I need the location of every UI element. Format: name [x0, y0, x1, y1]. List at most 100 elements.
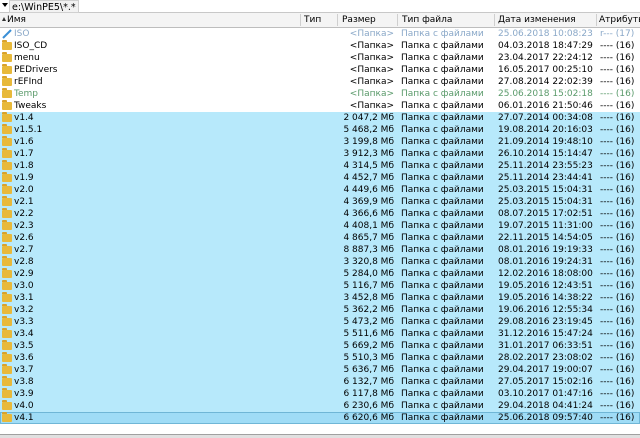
folder-icon [2, 292, 12, 302]
file-date: 16.05.2017 00:25:10 [498, 65, 593, 75]
column-name-header[interactable]: Имя [2, 13, 297, 27]
file-row[interactable]: v3.2 5 362,2 Мб Папка с файлами 19.06.2016 … [0, 304, 640, 316]
file-row[interactable]: v2.7 8 887,3 Мб Папка с файлами 08.01.2016 … [0, 244, 640, 256]
file-date: 08.07.2015 17:02:51 [498, 209, 593, 219]
folder-icon [2, 340, 12, 350]
drive-dropdown-icon[interactable] [2, 3, 8, 7]
path-bar[interactable]: e:\WinPE5\*.* [0, 0, 640, 13]
file-size: 3 199,8 Мб [343, 137, 394, 147]
file-type: Папка с файлами [401, 377, 484, 387]
file-row[interactable]: Temp <Папка> Папка с файлами 25.06.2018 15:… [0, 88, 640, 100]
file-type: Папка с файлами [401, 149, 484, 159]
file-name: v1.4 [14, 113, 34, 123]
file-row[interactable]: v1.9 4 452,7 Мб Папка с файлами 25.11.2014 … [0, 172, 640, 184]
folder-icon [2, 328, 12, 338]
file-row[interactable]: v1.6 3 199,8 Мб Папка с файлами 21.09.2014 … [0, 136, 640, 148]
file-row[interactable]: v3.4 5 511,6 Мб Папка с файлами 31.12.2016 … [0, 328, 640, 340]
column-separator[interactable] [300, 14, 301, 26]
file-attributes: ---- (16) [600, 269, 635, 279]
file-row[interactable]: v2.3 4 408,1 Мб Папка с файлами 19.07.2015 … [0, 220, 640, 232]
file-row[interactable]: v2.2 4 366,6 Мб Папка с файлами 08.07.2015 … [0, 208, 640, 220]
file-row[interactable]: v3.3 5 473,2 Мб Папка с файлами 29.08.2016 … [0, 316, 640, 328]
file-row[interactable]: v2.1 4 369,9 Мб Папка с файлами 25.03.2015 … [0, 196, 640, 208]
column-size-header[interactable]: Размер [342, 13, 396, 27]
file-row[interactable]: v1.8 4 314,5 Мб Папка с файлами 25.11.2014 … [0, 160, 640, 172]
file-row[interactable]: menu <Папка> Папка с файлами 23.04.2017 22:… [0, 52, 640, 64]
column-type-header[interactable]: Тип файла [402, 13, 494, 27]
file-attributes: ---- (16) [600, 101, 635, 111]
file-row[interactable]: v2.6 4 865,7 Мб Папка с файлами 22.11.2015 … [0, 232, 640, 244]
file-attributes: ---- (16) [600, 149, 635, 159]
file-date: 27.07.2014 00:34:08 [498, 113, 593, 123]
file-row[interactable]: ISO <Папка> Папка с файлами 25.06.2018 10:0… [0, 28, 640, 40]
column-date-header[interactable]: Дата изменения [498, 13, 596, 27]
column-separator[interactable] [596, 14, 597, 26]
file-row[interactable]: v4.1 6 620,6 Мб Папка с файлами 25.06.2018 … [0, 412, 640, 424]
file-row[interactable]: v2.9 5 284,0 Мб Папка с файлами 12.02.2016 … [0, 268, 640, 280]
file-row[interactable]: v3.6 5 510,3 Мб Папка с файлами 28.02.2017 … [0, 352, 640, 364]
file-type: Папка с файлами [401, 281, 484, 291]
file-attributes: ---- (16) [600, 41, 635, 51]
file-attributes: ---- (16) [600, 341, 635, 351]
file-row[interactable]: PEDrivers <Папка> Папка с файлами 16.05.201… [0, 64, 640, 76]
folder-icon [2, 352, 12, 362]
file-row[interactable]: v3.1 3 452,8 Мб Папка с файлами 19.05.2016 … [0, 292, 640, 304]
file-row[interactable]: v2.0 4 449,6 Мб Папка с файлами 25.03.2015 … [0, 184, 640, 196]
file-type: Папка с файлами [401, 113, 484, 123]
file-size: 6 117,8 Мб [343, 389, 394, 399]
file-type: Папка с файлами [401, 353, 484, 363]
file-row[interactable]: ISO_CD <Папка> Папка с файлами 04.03.2018 1… [0, 40, 640, 52]
file-size: <Папка> [349, 53, 394, 63]
column-name-label: Имя [7, 15, 26, 25]
file-type: Папка с файлами [401, 413, 484, 423]
file-attributes: ---- (16) [600, 377, 635, 387]
file-name: v3.2 [14, 305, 34, 315]
file-row[interactable]: v3.0 5 116,7 Мб Папка с файлами 19.05.2016 … [0, 280, 640, 292]
column-attr-header[interactable]: Атрибуты [599, 13, 640, 27]
file-row[interactable]: v2.8 3 320,8 Мб Папка с файлами 08.01.2016 … [0, 256, 640, 268]
file-attributes: ---- (16) [600, 89, 635, 99]
file-row[interactable]: Tweaks <Папка> Папка с файлами 06.01.2016 2… [0, 100, 640, 112]
column-separator[interactable] [397, 14, 398, 26]
file-name: v1.9 [14, 173, 34, 183]
column-separator[interactable] [337, 14, 338, 26]
file-name: ISO [14, 29, 30, 39]
file-name: Tweaks [14, 101, 47, 111]
file-size: 5 473,2 Мб [343, 317, 394, 327]
file-type: Папка с файлами [401, 101, 484, 111]
file-name: v2.6 [14, 233, 34, 243]
file-type: Папка с файлами [401, 53, 484, 63]
file-row[interactable]: v3.8 6 132,7 Мб Папка с файлами 27.05.2017 … [0, 376, 640, 388]
horizontal-scrollbar[interactable] [0, 434, 640, 438]
file-date: 29.04.2017 19:00:07 [498, 365, 593, 375]
file-size: 3 452,8 Мб [343, 293, 394, 303]
file-type: Папка с файлами [401, 65, 484, 75]
file-date: 27.08.2014 22:02:39 [498, 77, 593, 87]
column-separator[interactable] [494, 14, 495, 26]
file-type: Папка с файлами [401, 329, 484, 339]
column-ext-header[interactable]: Тип [304, 13, 336, 27]
file-date: 12.02.2016 18:08:00 [498, 269, 593, 279]
file-size: 4 369,9 Мб [343, 197, 394, 207]
file-type: Папка с файлами [401, 233, 484, 243]
file-size: 5 669,2 Мб [343, 341, 394, 351]
file-row[interactable]: v1.7 3 912,3 Мб Папка с файлами 26.10.2014 … [0, 148, 640, 160]
file-size: 5 468,2 Мб [343, 125, 394, 135]
file-size: 4 366,6 Мб [343, 209, 394, 219]
file-row[interactable]: v1.4 2 047,2 Мб Папка с файлами 27.07.2014 … [0, 112, 640, 124]
file-type: Папка с файлами [401, 209, 484, 219]
file-row[interactable]: rEFInd <Папка> Папка с файлами 27.08.2014 2… [0, 76, 640, 88]
file-type: Папка с файлами [401, 89, 484, 99]
file-type: Папка с файлами [401, 197, 484, 207]
file-row[interactable]: v3.7 5 636,7 Мб Папка с файлами 29.04.2017 … [0, 364, 640, 376]
file-type: Папка с файлами [401, 185, 484, 195]
file-row[interactable]: v4.0 6 230,6 Мб Папка с файлами 29.04.2018 … [0, 400, 640, 412]
file-row[interactable]: v1.5.1 5 468,2 Мб Папка с файлами 19.08.201… [0, 124, 640, 136]
file-name: v1.8 [14, 161, 34, 171]
file-name: v2.0 [14, 185, 34, 195]
file-size: 5 362,2 Мб [343, 305, 394, 315]
folder-icon [2, 376, 12, 386]
file-row[interactable]: v3.9 6 117,8 Мб Папка с файлами 03.10.2017 … [0, 388, 640, 400]
file-row[interactable]: v3.5 5 669,2 Мб Папка с файлами 31.01.2017 … [0, 340, 640, 352]
file-list[interactable]: ISO <Папка> Папка с файлами 25.06.2018 10:0… [0, 28, 640, 424]
